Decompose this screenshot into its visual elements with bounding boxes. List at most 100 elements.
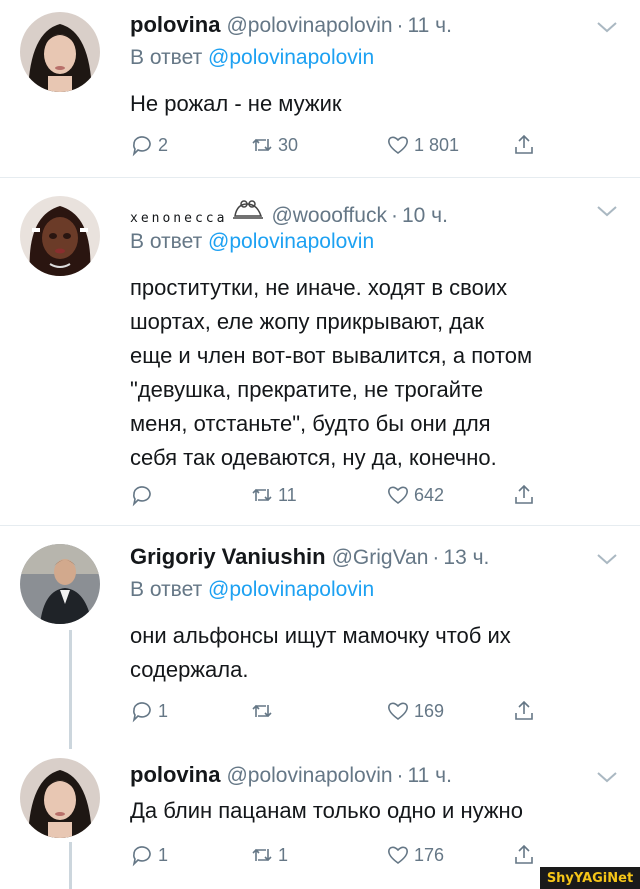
share-button[interactable]	[512, 480, 540, 510]
share-icon	[515, 844, 533, 864]
retweet-button[interactable]	[250, 696, 278, 726]
separator-dot: ·	[390, 204, 398, 227]
share-icon	[515, 134, 533, 154]
reply-mention[interactable]: @polovinapolovin	[208, 578, 374, 601]
avatar[interactable]	[20, 544, 100, 624]
retweet-count: 11	[278, 484, 297, 505]
reply-to: В ответ @polovinapolovin	[130, 230, 374, 254]
like-count: 1 801	[414, 134, 460, 155]
text-line: содержала.	[130, 657, 249, 682]
watermark: ShyYAGiNet	[540, 867, 640, 889]
tweet-text: они альфонсы ищут мамочку чтоб их содерж…	[130, 619, 620, 687]
tweet-text: Да блин пацанам только одно и нужно	[130, 798, 523, 823]
text-line: шортах, еле жопу прикрывают, дак	[130, 309, 484, 334]
tweet[interactable]: xenonecca @woooffuck · 10 ч. В ответ @po…	[0, 178, 640, 524]
text-line: проститутки, не иначе. ходят в своих	[130, 275, 508, 300]
avatar[interactable]	[20, 196, 100, 276]
like-icon	[388, 702, 408, 720]
reply-prefix: В ответ	[130, 578, 209, 601]
like-icon	[388, 846, 408, 864]
like-button[interactable]: 169	[386, 696, 444, 726]
tweet[interactable]: polovina @polovinapolovin · 11 ч. В отве…	[0, 0, 640, 176]
retweet-count: 1	[278, 844, 289, 865]
like-button[interactable]: 1 801	[386, 130, 459, 160]
avatar[interactable]	[20, 758, 100, 838]
like-button[interactable]: 642	[386, 480, 444, 510]
like-count: 642	[414, 484, 445, 505]
reply-to: В ответ @polovinapolovin	[130, 578, 374, 602]
tweet-text: проститутки, не иначе. ходят в своих шор…	[130, 271, 620, 475]
tweet-actions: 11 642	[120, 480, 620, 510]
comment-count: 2	[158, 134, 169, 155]
comment-button[interactable]	[130, 480, 158, 510]
timestamp[interactable]: 10 ч.	[402, 204, 448, 228]
like-icon	[388, 486, 408, 504]
text-line: еще и член вот-вот вывалится, а потом	[130, 343, 533, 368]
user-handle[interactable]: @woooffuck	[271, 204, 387, 228]
reply-prefix: В ответ	[130, 46, 209, 69]
like-button[interactable]: 176	[386, 840, 444, 870]
tweet-actions: 1 169	[120, 696, 620, 726]
retweet-button[interactable]: 11	[250, 480, 297, 510]
comment-button[interactable]: 1	[130, 696, 168, 726]
share-button[interactable]	[512, 696, 540, 726]
retweet-icon	[252, 488, 272, 502]
separator-dot: ·	[396, 14, 404, 37]
share-button[interactable]	[512, 130, 540, 160]
comment-button[interactable]: 1	[130, 840, 168, 870]
retweet-button[interactable]: 30	[250, 130, 298, 160]
tweet-header: xenonecca @woooffuck · 10 ч.	[130, 196, 448, 228]
text-line: себя так одеваются, ну да, конечно.	[130, 445, 497, 470]
comment-icon	[132, 136, 151, 157]
frog-icon	[233, 200, 264, 219]
user-handle[interactable]: @polovinapolovin	[226, 764, 392, 788]
retweet-icon	[252, 138, 272, 152]
retweet-icon	[252, 704, 272, 718]
separator-dot: ·	[396, 764, 404, 787]
display-name[interactable]: Grigoriy Vaniushin	[130, 544, 326, 570]
tweet-actions: 1 1 176	[120, 840, 620, 870]
chevron-down-icon[interactable]	[596, 204, 618, 218]
thread-line	[69, 842, 72, 889]
reply-to: В ответ @polovinapolovin	[130, 46, 374, 70]
share-icon	[515, 700, 533, 720]
tweet-actions: 2 30 1 801	[120, 130, 620, 160]
separator-dot: ·	[432, 546, 440, 569]
share-icon	[515, 484, 533, 504]
retweet-count: 30	[278, 134, 299, 155]
text-line: меня, отстаньте", будто бы они для	[130, 411, 491, 436]
tweet-text: Не рожал - не мужик	[130, 91, 342, 116]
display-name[interactable]: xenonecca	[130, 211, 227, 226]
timestamp[interactable]: 11 ч.	[408, 764, 452, 788]
text-line: "девушка, прекратите, не трогайте	[130, 377, 484, 402]
tweet[interactable]: Grigoriy Vaniushin @GrigVan · 13 ч. В от…	[0, 526, 640, 750]
reply-mention[interactable]: @polovinapolovin	[208, 230, 374, 253]
timestamp[interactable]: 13 ч.	[443, 546, 489, 570]
tweet-header: polovina @polovinapolovin · 11 ч.	[130, 762, 452, 794]
comment-icon	[132, 846, 151, 867]
text-line: они альфонсы ищут мамочку чтоб их	[130, 623, 511, 648]
display-name[interactable]: polovina	[130, 762, 220, 788]
chevron-down-icon[interactable]	[596, 770, 618, 784]
user-handle[interactable]: @GrigVan	[332, 546, 429, 570]
like-icon	[388, 136, 408, 154]
reply-mention[interactable]: @polovinapolovin	[208, 46, 374, 69]
tweet-header: Grigoriy Vaniushin @GrigVan · 13 ч.	[130, 544, 489, 576]
like-count: 169	[414, 700, 445, 721]
display-name[interactable]: polovina	[130, 12, 220, 38]
reply-prefix: В ответ	[130, 230, 209, 253]
retweet-button[interactable]: 1	[250, 840, 288, 870]
like-count: 176	[414, 844, 445, 865]
comment-count: 1	[158, 700, 169, 721]
chevron-down-icon[interactable]	[596, 552, 618, 566]
chevron-down-icon[interactable]	[596, 20, 618, 34]
user-handle[interactable]: @polovinapolovin	[226, 14, 392, 38]
retweet-icon	[252, 848, 272, 862]
avatar[interactable]	[20, 12, 100, 92]
timestamp[interactable]: 11 ч.	[408, 14, 452, 38]
comment-icon	[132, 486, 151, 507]
comment-button[interactable]: 2	[130, 130, 168, 160]
comment-count: 1	[158, 844, 169, 865]
comment-icon	[132, 702, 151, 723]
share-button[interactable]	[512, 840, 540, 870]
